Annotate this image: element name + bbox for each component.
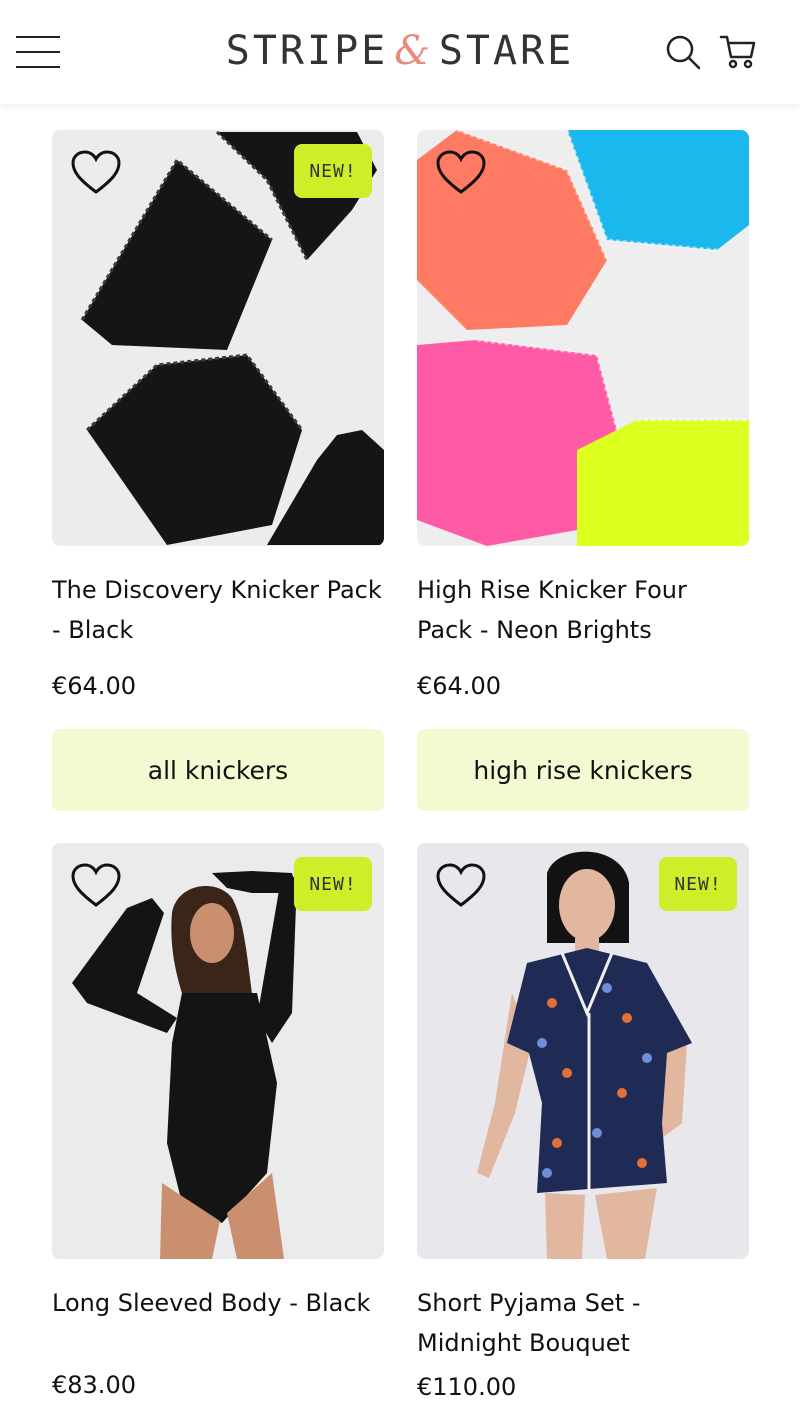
logo-text-right: STARE [438,28,575,74]
search-icon[interactable] [664,33,702,71]
wishlist-heart-icon[interactable] [70,863,122,909]
product-title[interactable]: Short Pyjama Set - Midnight Bouquet [417,1283,749,1363]
product-title[interactable]: Long Sleeved Body - Black [52,1283,384,1323]
product-card[interactable]: NEW! The Discovery Knicker Pack - Black … [52,130,384,811]
product-title[interactable]: High Rise Knicker Four Pack - Neon Brigh… [417,570,749,650]
product-price: €110.00 [417,1373,517,1401]
product-price: €64.00 [52,672,136,700]
logo-ampersand: & [394,28,433,74]
shopping-cart-icon[interactable] [718,31,758,71]
product-price: €83.00 [52,1371,136,1399]
category-tag-button[interactable]: all knickers [52,729,384,811]
product-title[interactable]: The Discovery Knicker Pack - Black [52,570,384,650]
product-image-black-knickers[interactable]: NEW! [52,130,384,546]
product-card[interactable]: NEW! Long Sleeved Body - Black €83.00 [52,843,384,1399]
wishlist-heart-icon[interactable] [435,150,487,196]
category-tag-button[interactable]: high rise knickers [417,729,749,811]
product-price: €64.00 [417,672,501,700]
product-image-pyjama-set[interactable]: NEW! [417,843,749,1259]
product-image-neon-knickers[interactable] [417,130,749,546]
product-card[interactable]: High Rise Knicker Four Pack - Neon Brigh… [417,130,749,811]
logo-text-left: STRIPE [225,28,389,74]
product-image-long-sleeved-body[interactable]: NEW! [52,843,384,1259]
product-card[interactable]: NEW! Short Pyjama Set - Midnight Bouquet… [417,843,749,1401]
wishlist-heart-icon[interactable] [70,150,122,196]
wishlist-heart-icon[interactable] [435,863,487,909]
site-header: STRIPE & STARE [0,0,800,104]
new-badge: NEW! [294,857,372,911]
new-badge: NEW! [294,144,372,198]
new-badge: NEW! [659,857,737,911]
